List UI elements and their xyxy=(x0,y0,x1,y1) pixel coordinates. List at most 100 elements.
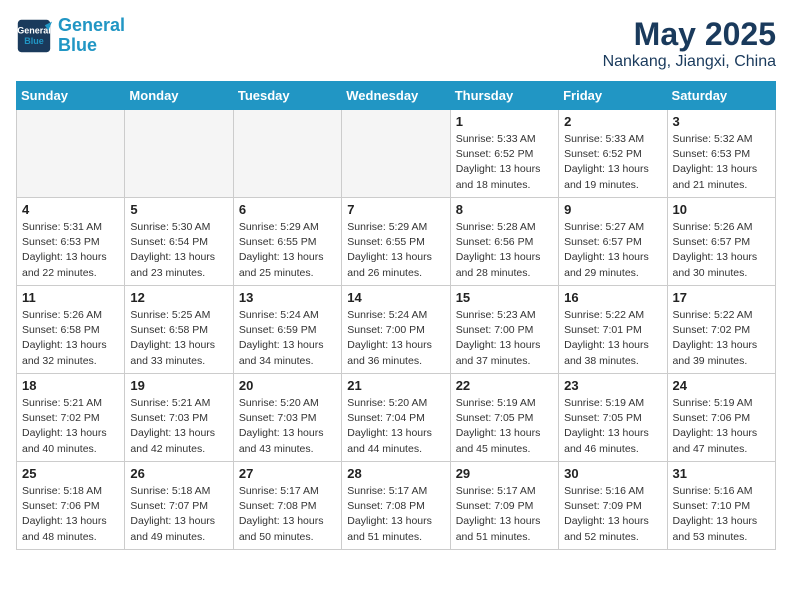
day-info: Sunrise: 5:21 AMSunset: 7:03 PMDaylight:… xyxy=(130,396,227,457)
day-number: 2 xyxy=(564,114,661,129)
day-info: Sunrise: 5:18 AMSunset: 7:06 PMDaylight:… xyxy=(22,484,119,545)
day-number: 18 xyxy=(22,378,119,393)
day-number: 3 xyxy=(673,114,770,129)
day-cell-3: 3 Sunrise: 5:32 AMSunset: 6:53 PMDaylight… xyxy=(667,110,775,198)
day-info: Sunrise: 5:19 AMSunset: 7:05 PMDaylight:… xyxy=(456,396,553,457)
day-cell-13: 13 Sunrise: 5:24 AMSunset: 6:59 PMDayligh… xyxy=(233,286,341,374)
day-info: Sunrise: 5:17 AMSunset: 7:08 PMDaylight:… xyxy=(347,484,444,545)
header: General Blue General Blue May 2025 Nanka… xyxy=(16,16,776,71)
day-number: 20 xyxy=(239,378,336,393)
day-cell-14: 14 Sunrise: 5:24 AMSunset: 7:00 PMDayligh… xyxy=(342,286,450,374)
day-info: Sunrise: 5:22 AMSunset: 7:01 PMDaylight:… xyxy=(564,308,661,369)
day-info: Sunrise: 5:17 AMSunset: 7:08 PMDaylight:… xyxy=(239,484,336,545)
day-cell-15: 15 Sunrise: 5:23 AMSunset: 7:00 PMDayligh… xyxy=(450,286,558,374)
logo: General Blue General Blue xyxy=(16,16,125,56)
day-number: 25 xyxy=(22,466,119,481)
day-info: Sunrise: 5:33 AMSunset: 6:52 PMDaylight:… xyxy=(456,132,553,193)
day-cell-12: 12 Sunrise: 5:25 AMSunset: 6:58 PMDayligh… xyxy=(125,286,233,374)
calendar-table: SundayMondayTuesdayWednesdayThursdayFrid… xyxy=(16,81,776,550)
calendar-title: May 2025 xyxy=(603,16,776,53)
week-row-3: 11 Sunrise: 5:26 AMSunset: 6:58 PMDayligh… xyxy=(17,286,776,374)
empty-cell xyxy=(17,110,125,198)
empty-cell xyxy=(233,110,341,198)
day-cell-2: 2Sunrise: 5:33 AMSunset: 6:52 PMDaylight… xyxy=(559,110,667,198)
day-cell-31: 31 Sunrise: 5:16 AMSunset: 7:10 PMDayligh… xyxy=(667,462,775,550)
day-cell-19: 19 Sunrise: 5:21 AMSunset: 7:03 PMDayligh… xyxy=(125,374,233,462)
day-number: 17 xyxy=(673,290,770,305)
day-cell-22: 22Sunrise: 5:19 AMSunset: 7:05 PMDayligh… xyxy=(450,374,558,462)
day-number: 19 xyxy=(130,378,227,393)
svg-text:General: General xyxy=(17,25,51,35)
day-cell-7: 7Sunrise: 5:29 AMSunset: 6:55 PMDaylight… xyxy=(342,198,450,286)
day-cell-6: 6 Sunrise: 5:29 AMSunset: 6:55 PMDaylight… xyxy=(233,198,341,286)
day-info: Sunrise: 5:16 AMSunset: 7:10 PMDaylight:… xyxy=(673,484,770,545)
logo-text: General Blue xyxy=(58,16,125,56)
day-info: Sunrise: 5:25 AMSunset: 6:58 PMDaylight:… xyxy=(130,308,227,369)
day-cell-4: 4Sunrise: 5:31 AMSunset: 6:53 PMDaylight… xyxy=(17,198,125,286)
day-cell-27: 27 Sunrise: 5:17 AMSunset: 7:08 PMDayligh… xyxy=(233,462,341,550)
day-cell-11: 11 Sunrise: 5:26 AMSunset: 6:58 PMDayligh… xyxy=(17,286,125,374)
weekday-header-wednesday: Wednesday xyxy=(342,82,450,110)
empty-cell xyxy=(125,110,233,198)
weekday-header-thursday: Thursday xyxy=(450,82,558,110)
title-area: May 2025 Nankang, Jiangxi, China xyxy=(603,16,776,71)
day-cell-20: 20 Sunrise: 5:20 AMSunset: 7:03 PMDayligh… xyxy=(233,374,341,462)
day-cell-9: 9 Sunrise: 5:27 AMSunset: 6:57 PMDaylight… xyxy=(559,198,667,286)
day-info: Sunrise: 5:26 AMSunset: 6:58 PMDaylight:… xyxy=(22,308,119,369)
day-info: Sunrise: 5:29 AMSunset: 6:55 PMDaylight:… xyxy=(347,220,444,281)
day-info: Sunrise: 5:18 AMSunset: 7:07 PMDaylight:… xyxy=(130,484,227,545)
day-info: Sunrise: 5:17 AMSunset: 7:09 PMDaylight:… xyxy=(456,484,553,545)
svg-text:Blue: Blue xyxy=(24,36,44,46)
day-info: Sunrise: 5:24 AMSunset: 7:00 PMDaylight:… xyxy=(347,308,444,369)
day-number: 14 xyxy=(347,290,444,305)
week-row-1: 1 Sunrise: 5:33 AMSunset: 6:52 PMDaylight… xyxy=(17,110,776,198)
day-info: Sunrise: 5:29 AMSunset: 6:55 PMDaylight:… xyxy=(239,220,336,281)
day-number: 1 xyxy=(456,114,553,129)
calendar-body: 1 Sunrise: 5:33 AMSunset: 6:52 PMDaylight… xyxy=(17,110,776,550)
day-number: 11 xyxy=(22,290,119,305)
day-info: Sunrise: 5:27 AMSunset: 6:57 PMDaylight:… xyxy=(564,220,661,281)
day-number: 6 xyxy=(239,202,336,217)
day-info: Sunrise: 5:19 AMSunset: 7:05 PMDaylight:… xyxy=(564,396,661,457)
day-info: Sunrise: 5:28 AMSunset: 6:56 PMDaylight:… xyxy=(456,220,553,281)
day-cell-28: 28Sunrise: 5:17 AMSunset: 7:08 PMDayligh… xyxy=(342,462,450,550)
day-number: 9 xyxy=(564,202,661,217)
day-number: 21 xyxy=(347,378,444,393)
day-number: 31 xyxy=(673,466,770,481)
day-cell-24: 24Sunrise: 5:19 AMSunset: 7:06 PMDayligh… xyxy=(667,374,775,462)
day-info: Sunrise: 5:22 AMSunset: 7:02 PMDaylight:… xyxy=(673,308,770,369)
week-row-2: 4Sunrise: 5:31 AMSunset: 6:53 PMDaylight… xyxy=(17,198,776,286)
day-cell-25: 25 Sunrise: 5:18 AMSunset: 7:06 PMDayligh… xyxy=(17,462,125,550)
day-cell-21: 21 Sunrise: 5:20 AMSunset: 7:04 PMDayligh… xyxy=(342,374,450,462)
day-cell-29: 29Sunrise: 5:17 AMSunset: 7:09 PMDayligh… xyxy=(450,462,558,550)
day-cell-30: 30 Sunrise: 5:16 AMSunset: 7:09 PMDayligh… xyxy=(559,462,667,550)
day-number: 26 xyxy=(130,466,227,481)
day-info: Sunrise: 5:26 AMSunset: 6:57 PMDaylight:… xyxy=(673,220,770,281)
day-number: 5 xyxy=(130,202,227,217)
day-info: Sunrise: 5:20 AMSunset: 7:04 PMDaylight:… xyxy=(347,396,444,457)
day-info: Sunrise: 5:20 AMSunset: 7:03 PMDaylight:… xyxy=(239,396,336,457)
day-cell-17: 17 Sunrise: 5:22 AMSunset: 7:02 PMDayligh… xyxy=(667,286,775,374)
day-number: 8 xyxy=(456,202,553,217)
day-info: Sunrise: 5:24 AMSunset: 6:59 PMDaylight:… xyxy=(239,308,336,369)
day-number: 27 xyxy=(239,466,336,481)
day-info: Sunrise: 5:21 AMSunset: 7:02 PMDaylight:… xyxy=(22,396,119,457)
day-cell-1: 1 Sunrise: 5:33 AMSunset: 6:52 PMDaylight… xyxy=(450,110,558,198)
day-number: 13 xyxy=(239,290,336,305)
day-info: Sunrise: 5:23 AMSunset: 7:00 PMDaylight:… xyxy=(456,308,553,369)
logo-icon: General Blue xyxy=(16,18,52,54)
day-number: 12 xyxy=(130,290,227,305)
day-number: 10 xyxy=(673,202,770,217)
day-number: 30 xyxy=(564,466,661,481)
calendar-header: SundayMondayTuesdayWednesdayThursdayFrid… xyxy=(17,82,776,110)
day-info: Sunrise: 5:16 AMSunset: 7:09 PMDaylight:… xyxy=(564,484,661,545)
week-row-5: 25 Sunrise: 5:18 AMSunset: 7:06 PMDayligh… xyxy=(17,462,776,550)
day-cell-23: 23Sunrise: 5:19 AMSunset: 7:05 PMDayligh… xyxy=(559,374,667,462)
day-number: 16 xyxy=(564,290,661,305)
day-number: 15 xyxy=(456,290,553,305)
weekday-header-monday: Monday xyxy=(125,82,233,110)
day-info: Sunrise: 5:32 AMSunset: 6:53 PMDaylight:… xyxy=(673,132,770,193)
calendar-subtitle: Nankang, Jiangxi, China xyxy=(603,53,776,71)
day-cell-10: 10 Sunrise: 5:26 AMSunset: 6:57 PMDayligh… xyxy=(667,198,775,286)
day-number: 4 xyxy=(22,202,119,217)
